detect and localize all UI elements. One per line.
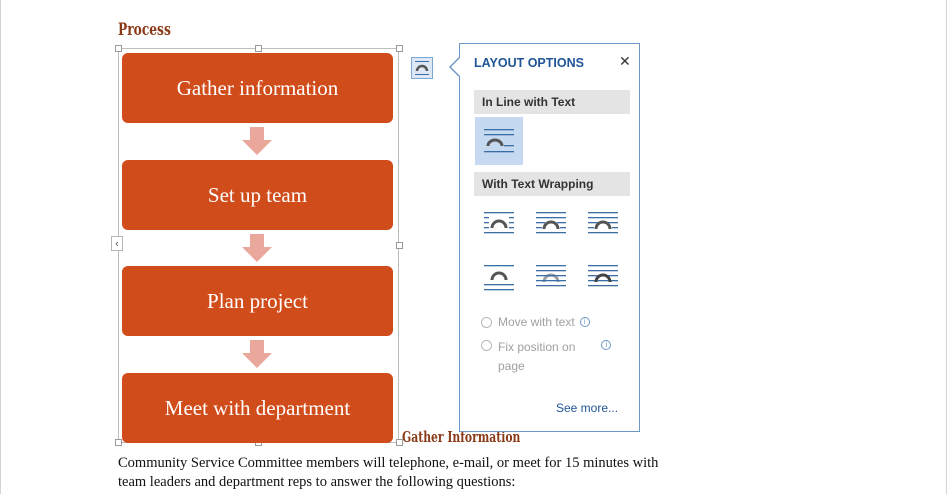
resize-handle-right[interactable] xyxy=(396,242,403,249)
wrap-tight-icon xyxy=(536,212,566,234)
section-in-line-with-text: In Line with Text xyxy=(474,90,630,114)
section-with-text-wrapping: With Text Wrapping xyxy=(474,172,630,196)
resize-handle-top-right[interactable] xyxy=(396,45,403,52)
process-heading: Process xyxy=(118,20,171,40)
move-with-text-label: Move with text xyxy=(498,315,575,329)
wrap-behind-text-icon xyxy=(536,265,566,287)
wrap-top-and-bottom-icon xyxy=(484,265,514,291)
fix-position-on-page-radio[interactable]: Fix position on page i xyxy=(481,338,612,376)
wrap-through-icon xyxy=(588,212,618,234)
layout-options-button[interactable] xyxy=(411,57,433,79)
wrap-in-front-of-text-option[interactable] xyxy=(579,252,627,300)
radio-circle xyxy=(481,317,492,328)
body-text-line: team leaders and department reps to answ… xyxy=(118,474,516,490)
info-icon[interactable]: i xyxy=(601,340,612,350)
close-icon[interactable]: ✕ xyxy=(619,54,631,70)
wrap-inline-with-text-option[interactable] xyxy=(475,117,523,165)
wrap-top-and-bottom-option[interactable] xyxy=(475,252,523,300)
process-step-meet-with-department[interactable]: Meet with department xyxy=(122,373,393,443)
text-pane-toggle[interactable]: ‹ xyxy=(111,236,123,251)
move-with-text-radio[interactable]: Move with text i xyxy=(481,315,590,329)
info-icon[interactable]: i xyxy=(579,317,590,327)
fix-position-label-line1: Fix position on xyxy=(498,340,576,354)
down-arrow-icon xyxy=(242,234,272,262)
wrap-inline-icon xyxy=(484,129,514,153)
wrap-square-icon xyxy=(484,212,514,234)
page-edge xyxy=(946,0,947,494)
fix-position-label-line2: page xyxy=(498,359,525,373)
process-step-set-up-team[interactable]: Set up team xyxy=(122,160,393,230)
resize-handle-top-left[interactable] xyxy=(115,45,122,52)
wrap-behind-text-option[interactable] xyxy=(527,252,575,300)
wrap-through-option[interactable] xyxy=(579,199,627,247)
page-edge xyxy=(0,0,1,494)
see-more-link[interactable]: See more... xyxy=(556,401,618,415)
panel-pointer xyxy=(451,57,461,77)
resize-handle-bottom-left[interactable] xyxy=(115,439,122,446)
wrap-inline-icon xyxy=(415,61,429,75)
down-arrow-icon xyxy=(242,340,272,368)
body-text-line: Community Service Committee members will… xyxy=(118,455,659,471)
panel-title: LAYOUT OPTIONS xyxy=(474,56,584,70)
wrap-square-option[interactable] xyxy=(475,199,523,247)
wrap-in-front-of-text-icon xyxy=(588,265,618,287)
down-arrow-icon xyxy=(242,127,272,155)
wrap-tight-option[interactable] xyxy=(527,199,575,247)
fix-position-label: Fix position on page xyxy=(498,338,575,376)
process-step-gather-information[interactable]: Gather information xyxy=(122,53,393,123)
radio-circle xyxy=(481,340,492,351)
document-page: Process ‹ Gather information Set up team… xyxy=(0,0,949,494)
process-step-plan-project[interactable]: Plan project xyxy=(122,266,393,336)
resize-handle-top[interactable] xyxy=(255,45,262,52)
